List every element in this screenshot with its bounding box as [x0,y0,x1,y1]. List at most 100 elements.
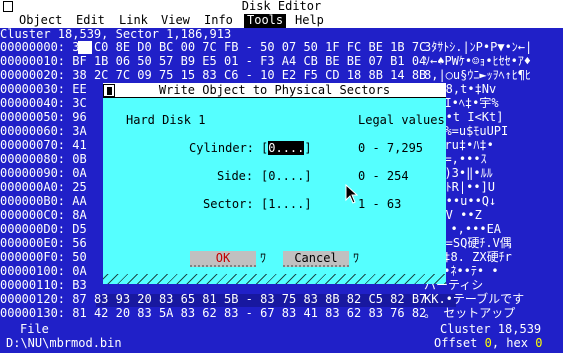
hex-row-bytes[interactable]: 0A [72,264,86,278]
dialog-bottom-pattern [103,274,446,284]
hex-row-bytes[interactable]: D5 [72,222,86,236]
hex-row-bytes[interactable]: 0B [72,152,86,166]
hex-row[interactable]: 000000F0: 50 ｾ8ﾁ‡8. ZX硬ﾁr [0,250,512,264]
side-label: Side: [217,169,254,183]
hex-row-offset: 00000020: [0,68,66,82]
cylinder-range: 0 - 7,295 [358,141,424,155]
cluster-indicator: Cluster 18,539 [440,322,542,336]
hex-row-bytes[interactable]: BF 1B 06 50 57 B9 E5 01 - F3 A4 CB BE BE… [72,54,426,68]
ok-button-shadow-glyph: ﾜ [260,251,267,265]
hex-row[interactable]: 00000060: 3A ﾛ=F%=u$ﾓuUPI [0,124,508,138]
object-type-label: File [20,322,49,336]
ok-button[interactable]: OK [190,251,256,267]
hex-row-bytes[interactable]: 87 83 93 20 83 65 81 5B - 83 75 83 8B 82… [72,292,426,306]
hex-row[interactable]: 000000C0: 8A •F V ••Z [0,208,482,222]
hex-row-offset: 000000E0: [0,236,66,250]
hex-row-bytes[interactable]: 96 [72,110,86,124]
hex-row[interactable]: 00000040: 3C ｻ|,I•ﾍ‡•宇% [0,96,499,110]
hex-row[interactable]: 000000D0: D5 ｳﾀ• •,•••EA [0,222,501,236]
hex-row[interactable]: 00000030: EE It•8,t•‡Nv [0,82,496,96]
menu-object[interactable]: Object [16,14,65,28]
hex-row-bytes[interactable]: EE [72,82,86,96]
sector-input[interactable]: [1....] [261,198,312,211]
hex-row-offset: 00000060: [0,124,66,138]
window-title: Disk Editor [241,0,322,13]
menu-info[interactable]: Info [201,14,236,28]
hex-row[interactable]: 00000070: 41 ｲ•Uru‡•ﾊ‡• [0,138,494,152]
menu-view[interactable]: View [158,14,193,28]
status-footer: File D:\NU\mbrmod.bin Cluster 18,539 Off… [0,322,563,353]
hex-row-offset: 00000080: [0,152,66,166]
cylinder-label: Cylinder: [189,141,255,155]
hex-row-offset: 00000120: [0,292,66,306]
hex-row[interactable]: 00000130: 81 42 20 83 5A 83 62 83 - 67 8… [0,306,515,320]
hex-row[interactable]: 00000110: B3 パーティシ [0,278,483,292]
hex-row[interactable]: 00000020: 38 2C 7C 09 75 15 83 C6 - 10 E… [0,68,531,82]
hex-row-offset: 00000130: [0,306,66,320]
hex-row-offset: 00000010: [0,54,66,68]
hex-row[interactable]: 00000100: 0A ﾖ.ﾀ•ﾈ••ﾃ• • [0,264,499,278]
hex-row-offset: 000000F0: [0,250,66,264]
disk-label: Hard Disk 1 [126,113,206,127]
hex-row-offset: 00000110: [0,278,66,292]
hex-row-ascii[interactable]: KK.•テーブルです [424,293,524,306]
cancel-button-label: Cancel [294,251,338,265]
hex-cursor [78,41,92,54]
hex-row[interactable]: 00000000: 33 C0 8E D0 BC 00 7C FB - 50 0… [0,40,532,54]
hex-row-bytes[interactable]: 41 [72,138,86,152]
hex-row-ascii[interactable]: 8,|○u§ｳﾆ►ｯｦﾍ↑ﾋ¶ﾋ [424,69,531,82]
hex-row-bytes[interactable]: B3 [72,278,86,292]
hex-row-ascii[interactable]: ｿ←♠PWｹ•☺ｮ•ﾋｾｾ•ｱ♦ [424,55,531,68]
sector-label: Sector: [203,197,254,211]
title-bar: Disk Editor [0,0,563,14]
hex-row-bytes[interactable]: 3A [72,124,86,138]
hex-row-offset: 00000090: [0,166,66,180]
cancel-button[interactable]: Cancel [283,251,349,267]
legal-values-label: Legal values [358,113,445,127]
menu-help[interactable]: Help [292,14,327,28]
hex-row-offset: 000000C0: [0,208,66,222]
hex-row[interactable]: 000000B0: AA Xtu••u••Q↓ [0,194,496,208]
mouse-pointer-icon [345,184,359,204]
hex-row-bytes[interactable]: 50 [72,250,86,264]
sector-range: 1 - 63 [358,197,402,211]
menu-edit[interactable]: Edit [73,14,108,28]
side-range: 0 - 254 [358,169,409,183]
menu-bar: Object Edit Link View Info Tools Help [0,14,563,28]
hex-row[interactable]: 000000A0: 25 •r)ﾄR|••]U [0,180,495,194]
hex-row-bytes[interactable]: 33 C0 8E D0 BC 00 7C FB - 50 07 50 1F FC… [72,40,426,54]
dialog-title-bar: Write Object to Physical Sectors [103,83,446,98]
ok-button-label: OK [215,251,231,265]
side-input[interactable]: [0....] [261,170,312,183]
hex-row-offset: 000000B0: [0,194,66,208]
hex-row-offset: 000000D0: [0,222,66,236]
hex-row-bytes[interactable]: AA [72,194,86,208]
hex-row-bytes[interactable]: 25 [72,180,86,194]
hex-row[interactable]: 000000E0: 56 VRP=SQ硬ﾁ.V偶 [0,236,512,250]
offset-indicator: Offset 0, hex 0 [434,336,543,350]
hex-row-ascii[interactable]: 3ﾀｻﾄｼ.|ﾝP•P▼•ﾝ←| [424,41,532,54]
hex-row[interactable]: 00000080: 0B V$ｿ=,•••ｽ [0,152,487,166]
hex-row[interactable]: 00000050: 96 I•<•t I<Kt] [0,110,503,124]
hex-row-ascii[interactable]: 。 セットアップ [424,307,515,320]
hex-row-bytes[interactable]: 56 [72,236,86,250]
hex-row[interactable]: 00000090: 0A 0ﾏ•)3•‖•ﾙﾙ [0,166,493,180]
hex-row-offset: 00000000: [0,40,66,54]
hex-row-bytes[interactable]: 3C [72,96,86,110]
hex-row-bytes[interactable]: 38 2C 7C 09 75 15 83 C6 - 10 E2 F5 CD 18… [72,68,426,82]
cylinder-input[interactable]: [0....] [261,141,312,155]
hex-row-bytes[interactable]: 0A [72,166,86,180]
hex-row-offset: 000000A0: [0,180,66,194]
cancel-button-shadow-glyph: ﾜ [353,251,360,265]
hex-row-offset: 00000100: [0,264,66,278]
write-object-dialog: Write Object to Physical Sectors Hard Di… [103,83,446,284]
hex-row[interactable]: 00000010: BF 1B 06 50 57 B9 E5 01 - F3 A… [0,54,531,68]
hex-row-offset: 00000030: [0,82,66,96]
hex-row-offset: 00000040: [0,96,66,110]
hex-row[interactable]: 00000120: 87 83 93 20 83 65 81 5B - 83 7… [0,292,524,306]
menu-tools[interactable]: Tools [244,14,287,28]
menu-link[interactable]: Link [116,14,151,28]
hex-row-offset: 00000070: [0,138,66,152]
hex-row-bytes[interactable]: 81 42 20 83 5A 83 62 83 - 67 83 41 83 62… [72,306,426,320]
hex-row-bytes[interactable]: 8A [72,208,86,222]
